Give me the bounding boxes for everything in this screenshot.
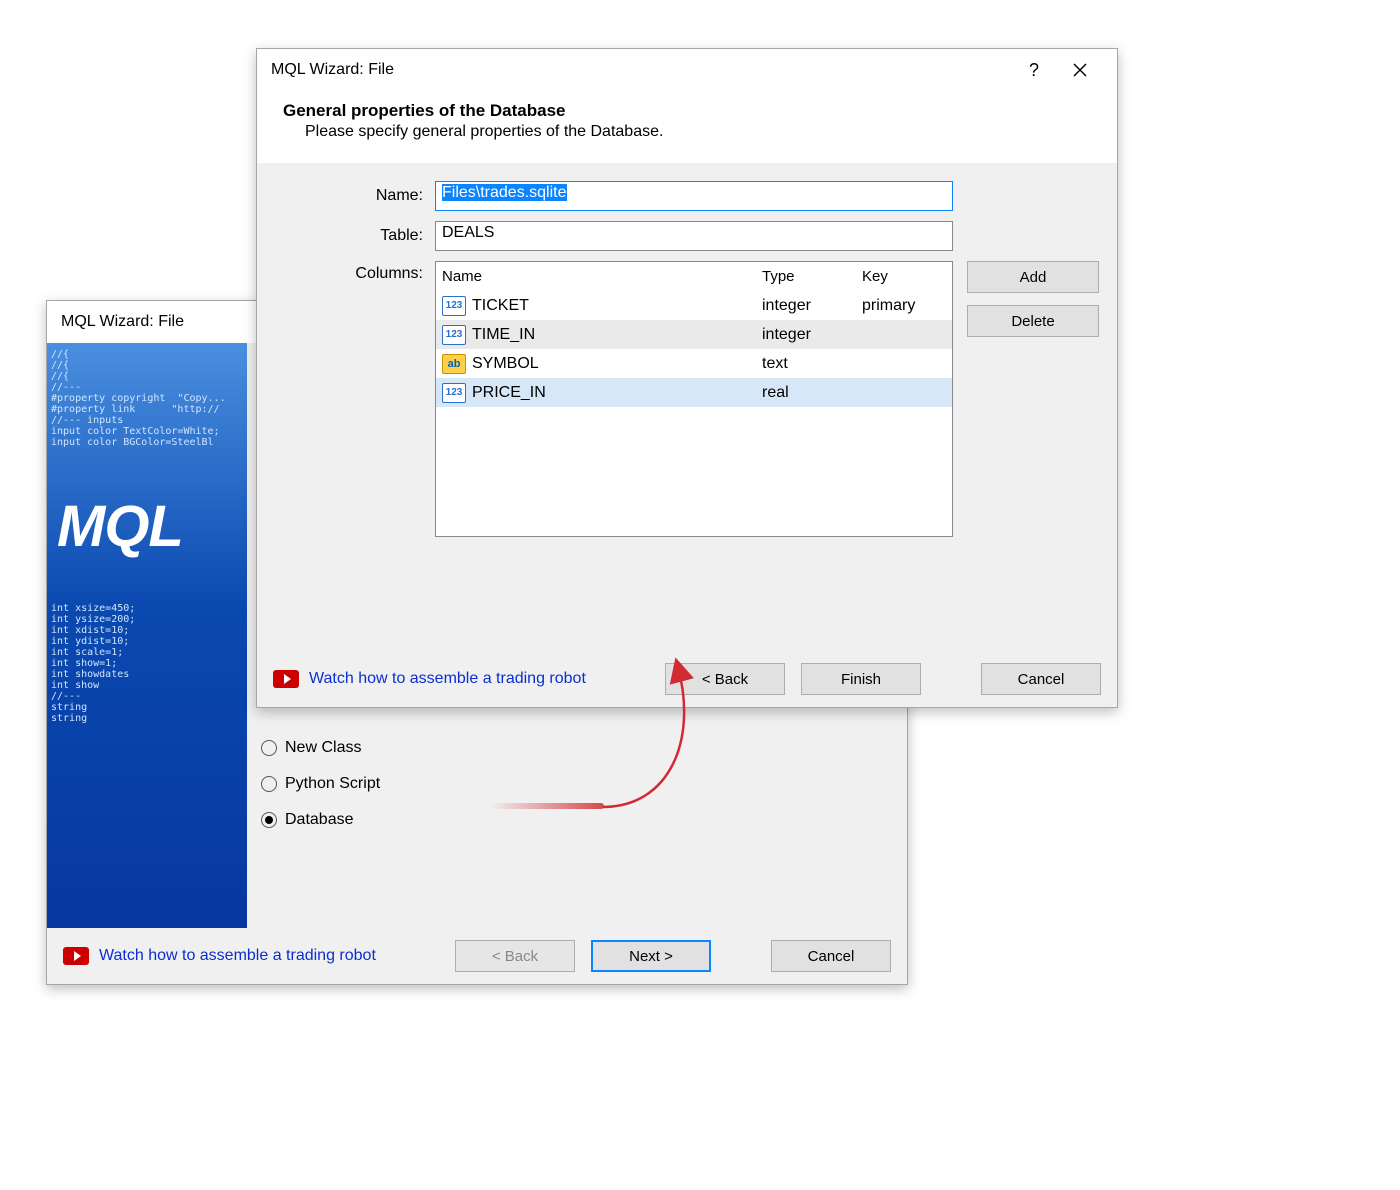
radio-python-script[interactable]: Python Script bbox=[261, 766, 893, 802]
col-header-name: Name bbox=[436, 262, 756, 291]
cell-type: text bbox=[756, 349, 856, 378]
table-input[interactable]: DEALS bbox=[435, 221, 953, 251]
cell-key bbox=[856, 349, 952, 378]
integer-type-icon bbox=[442, 325, 466, 345]
next-button[interactable]: Next > bbox=[591, 940, 711, 972]
radio-new-class[interactable]: New Class bbox=[261, 730, 893, 766]
close-icon bbox=[1073, 63, 1087, 77]
cell-name: SYMBOL bbox=[472, 355, 539, 373]
form-body: Name: Files\trades.sqlite Table: DEALS C… bbox=[257, 163, 1117, 563]
back-button: < Back bbox=[455, 940, 575, 972]
watch-video-link[interactable]: Watch how to assemble a trading robot bbox=[309, 670, 586, 688]
cancel-button[interactable]: Cancel bbox=[771, 940, 891, 972]
cell-key: primary bbox=[856, 291, 952, 320]
youtube-icon bbox=[273, 670, 299, 688]
radio-label: Python Script bbox=[285, 775, 380, 793]
table-label: Table: bbox=[275, 227, 435, 245]
text-type-icon bbox=[442, 354, 466, 374]
watch-video-link[interactable]: Watch how to assemble a trading robot bbox=[99, 947, 376, 965]
grid-row-selected[interactable]: PRICE_IN real bbox=[436, 378, 952, 407]
col-header-key: Key bbox=[856, 262, 952, 291]
help-button[interactable]: ? bbox=[1011, 49, 1057, 91]
name-input[interactable]: Files\trades.sqlite bbox=[435, 181, 953, 211]
cell-key bbox=[856, 378, 952, 407]
wizard-window-db-props: MQL Wizard: File ? General properties of… bbox=[256, 48, 1118, 708]
cell-type: integer bbox=[756, 320, 856, 349]
grid-row[interactable]: TICKET integer primary bbox=[436, 291, 952, 320]
cell-type: real bbox=[756, 378, 856, 407]
columns-label: Columns: bbox=[275, 261, 435, 283]
cancel-button[interactable]: Cancel bbox=[981, 663, 1101, 695]
col-header-type: Type bbox=[756, 262, 856, 291]
sidebar-banner: //{//{//{//---#property copyright "Copy.… bbox=[47, 343, 247, 928]
add-column-button[interactable]: Add bbox=[967, 261, 1099, 293]
wizard-header: General properties of the Database Pleas… bbox=[257, 91, 1117, 163]
name-label: Name: bbox=[275, 187, 435, 205]
columns-grid[interactable]: Name Type Key TICKET integer primary TIM… bbox=[435, 261, 953, 537]
cell-name: TICKET bbox=[472, 297, 529, 315]
radio-icon bbox=[261, 740, 277, 756]
radio-icon-checked bbox=[261, 812, 277, 828]
cell-name: TIME_IN bbox=[472, 326, 535, 344]
youtube-icon bbox=[63, 947, 89, 965]
mql-logo: MQL bbox=[57, 493, 183, 560]
grid-row[interactable]: SYMBOL text bbox=[436, 349, 952, 378]
radio-label: New Class bbox=[285, 739, 361, 757]
cell-key bbox=[856, 320, 952, 349]
radio-icon bbox=[261, 776, 277, 792]
header-title: General properties of the Database bbox=[283, 101, 1091, 121]
cell-type: integer bbox=[756, 291, 856, 320]
header-subtitle: Please specify general properties of the… bbox=[283, 123, 1091, 141]
integer-type-icon bbox=[442, 383, 466, 403]
radio-database[interactable]: Database bbox=[261, 802, 893, 838]
radio-label: Database bbox=[285, 811, 354, 829]
wizard-footer: Watch how to assemble a trading robot < … bbox=[257, 651, 1117, 707]
delete-column-button[interactable]: Delete bbox=[967, 305, 1099, 337]
window-title: MQL Wizard: File bbox=[271, 61, 1011, 79]
close-button[interactable] bbox=[1057, 49, 1103, 91]
titlebar: MQL Wizard: File ? bbox=[257, 49, 1117, 91]
wizard-footer: Watch how to assemble a trading robot < … bbox=[47, 928, 907, 984]
grid-row[interactable]: TIME_IN integer bbox=[436, 320, 952, 349]
integer-type-icon bbox=[442, 296, 466, 316]
cell-name: PRICE_IN bbox=[472, 384, 546, 402]
finish-button[interactable]: Finish bbox=[801, 663, 921, 695]
grid-header-row: Name Type Key bbox=[436, 262, 952, 291]
back-button[interactable]: < Back bbox=[665, 663, 785, 695]
